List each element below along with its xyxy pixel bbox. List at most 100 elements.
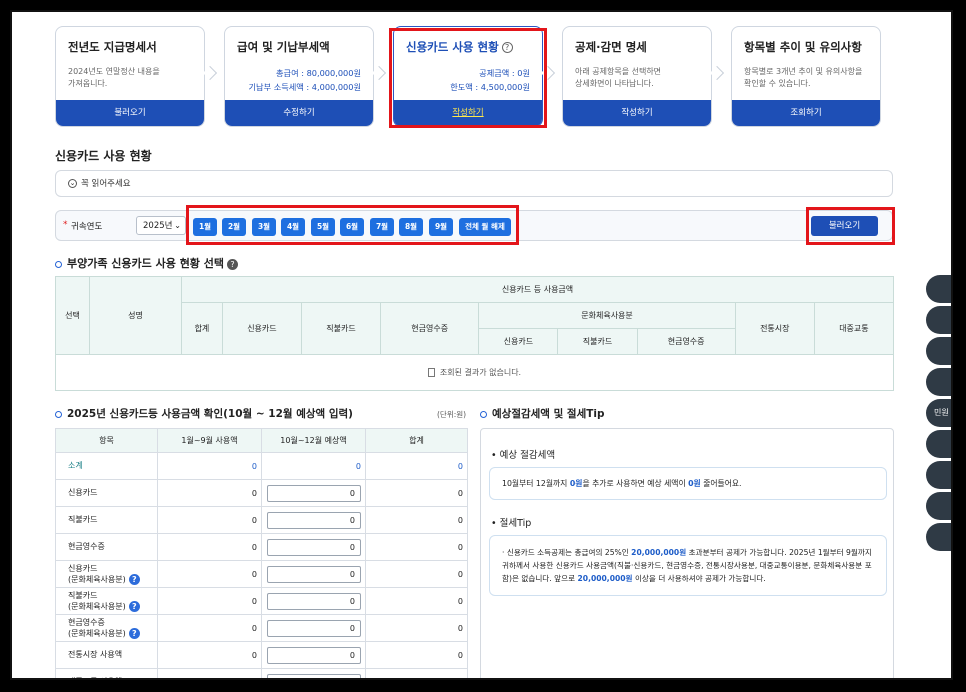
dependents-table: 선택 성명 신용카드 등 사용금액 합계 신용카드 직불카드 현금영수증 문화체… [55, 276, 895, 391]
chevron-down-icon: ⌄ [68, 179, 77, 188]
highlight-box [389, 28, 547, 128]
step-card-deduction[interactable]: 공제·감면 명세 아래 공제항목을 선택하면 상세화면이 나타납니다. 작성하기 [562, 26, 712, 127]
side-menu-item[interactable] [926, 337, 951, 365]
step-card-trend[interactable]: 항목별 추이 및 유의사항 항목별로 3개년 추이 및 유의사항을 확인할 수 … [731, 26, 881, 127]
side-menu-item[interactable] [926, 306, 951, 334]
dependents-title: 부양가족 신용카드 사용 현황 선택? [55, 255, 238, 271]
col-culture: 문화체육사용분 [478, 302, 736, 329]
confirm-title: 2025년 신용카드등 사용금액 확인(10월 ~ 12월 예상액 입력) [55, 406, 353, 421]
app-window: 전년도 지급명세서 2024년도 연말정산 내용을 가져옵니다. 불러오기 급여… [10, 10, 953, 680]
col-total: 합계 [181, 302, 223, 355]
step-title: 공제·감면 명세 [575, 40, 647, 54]
row-label: 현금영수증 (문화체육사용분)? [55, 614, 158, 642]
row-label: 신용카드 (문화체육사용분)? [55, 560, 158, 588]
help-icon[interactable]: ? [128, 573, 140, 585]
bullet-icon [55, 260, 62, 268]
col-culture-cash: 현금영수증 [636, 328, 736, 355]
total-value: 0 [365, 641, 468, 669]
col-total: 합계 [365, 428, 468, 453]
col-name: 성명 [89, 276, 182, 355]
unit-label: (단위:원) [437, 410, 467, 419]
bullet-icon [480, 410, 487, 418]
side-menu-item[interactable] [926, 492, 951, 520]
help-icon[interactable]: ? [128, 600, 140, 612]
col-debit: 직불카드 [300, 302, 382, 355]
used-value: 0 [157, 506, 262, 534]
notice-label: 꼭 읽어주세요 [81, 179, 131, 189]
tips-title: 예상절감세액 및 절세Tip [480, 406, 605, 421]
expected-input[interactable]: 0 [267, 565, 361, 583]
saving-heading: • 예상 절감세액 [491, 450, 556, 461]
row-label: 전통시장 사용액 [55, 641, 158, 669]
required-mark: * [63, 220, 68, 230]
edit-salary-button[interactable]: 수정하기 [225, 100, 373, 126]
col-cash: 현금영수증 [380, 302, 480, 355]
step-title: 급여 및 기납부세액 [237, 40, 330, 54]
total-value: 0 [365, 560, 468, 588]
side-menu-item[interactable] [926, 368, 951, 396]
total-value: 0 [365, 587, 468, 615]
expected-input[interactable]: 0 [267, 592, 361, 610]
tip-box: · 신용카드 소득공제는 총급여의 25%인 20,000,000원 초과분부터… [489, 535, 887, 596]
year-select[interactable]: 2025년 ⌄ [136, 216, 186, 235]
page-title: 신용카드 사용 현황 [55, 149, 152, 163]
step-card-salary[interactable]: 급여 및 기납부세액 총급여 : 80,000,000원 기납부 소득세액 : … [224, 26, 374, 127]
col-market: 전통시장 [734, 302, 815, 355]
step-desc: 아래 공제항목을 선택하면 상세화면이 나타납니다. [575, 67, 662, 88]
tips-panel: • 예상 절감세액 10월부터 12월까지 0원을 추가로 사용하면 예상 세액… [480, 428, 894, 678]
write-deduction-button[interactable]: 작성하기 [563, 100, 711, 126]
expected-input[interactable]: 0 [267, 511, 361, 529]
used-value: 0 [157, 452, 262, 480]
side-menu-item[interactable] [926, 430, 951, 458]
help-icon[interactable]: ? [227, 258, 238, 270]
tip-heading: • 절세Tip [491, 518, 532, 529]
side-menu-item[interactable] [926, 461, 951, 489]
side-menu-civil[interactable]: 민원 [926, 399, 951, 427]
step-amount: 총급여 : 80,000,000원 기납부 소득세액 : 4,000,000원 [248, 68, 362, 92]
used-value: 0 [157, 560, 262, 588]
col-item: 항목 [55, 428, 158, 453]
load-prior-button[interactable]: 불러오기 [56, 100, 204, 126]
step-desc: 2024년도 연말정산 내용을 가져옵니다. [68, 67, 160, 88]
used-value: 0 [157, 479, 262, 507]
chevron-right-icon [709, 65, 725, 81]
col-usage: 신용카드 등 사용금액 [181, 276, 894, 303]
row-label: 직불카드 (문화체육사용분)? [55, 587, 158, 615]
highlight-box [806, 207, 895, 245]
row-label: 소계 [55, 452, 158, 480]
notice-toggle[interactable]: ⌄ 꼭 읽어주세요 [55, 170, 893, 197]
side-menu-item[interactable] [926, 523, 951, 551]
saving-box: 10월부터 12월까지 0원을 추가로 사용하면 예상 세액이 0원 줄어들어요… [489, 467, 887, 500]
step-card-prior-statement[interactable]: 전년도 지급명세서 2024년도 연말정산 내용을 가져옵니다. 불러오기 [55, 26, 205, 127]
used-value: 0 [157, 668, 262, 678]
row-label: 신용카드 [55, 479, 158, 507]
view-trend-button[interactable]: 조회하기 [732, 100, 880, 126]
chevron-down-icon: ⌄ [174, 221, 181, 230]
expected-input[interactable]: 0 [267, 484, 361, 502]
expected-input[interactable]: 0 [267, 538, 361, 556]
col-select: 선택 [55, 276, 90, 355]
used-value: 0 [157, 587, 262, 615]
row-label: 대중교통 이용액 [55, 668, 158, 678]
total-value: 0 [365, 479, 468, 507]
highlight-box [186, 205, 519, 245]
expected-input[interactable]: 0 [267, 673, 361, 678]
col-transit: 대중교통 [813, 302, 895, 355]
help-icon[interactable]: ? [128, 627, 140, 639]
empty-result: 조회된 결과가 없습니다. [55, 354, 894, 391]
step-title: 전년도 지급명세서 [68, 40, 157, 54]
expected-input[interactable]: 0 [267, 646, 361, 664]
step-title: 항목별 추이 및 유의사항 [744, 40, 862, 54]
total-value: 0 [365, 668, 468, 678]
col-credit: 신용카드 [221, 302, 302, 355]
col-culture-credit: 신용카드 [478, 328, 559, 355]
total-value: 0 [365, 614, 468, 642]
used-value: 0 [157, 614, 262, 642]
expected-value: 0 [261, 452, 366, 480]
side-menu-item[interactable] [926, 275, 951, 303]
expected-input[interactable]: 0 [267, 619, 361, 637]
total-value: 0 [365, 533, 468, 561]
year-label: 귀속연도 [71, 222, 103, 232]
bullet-icon [55, 410, 62, 418]
chevron-right-icon [371, 65, 387, 81]
